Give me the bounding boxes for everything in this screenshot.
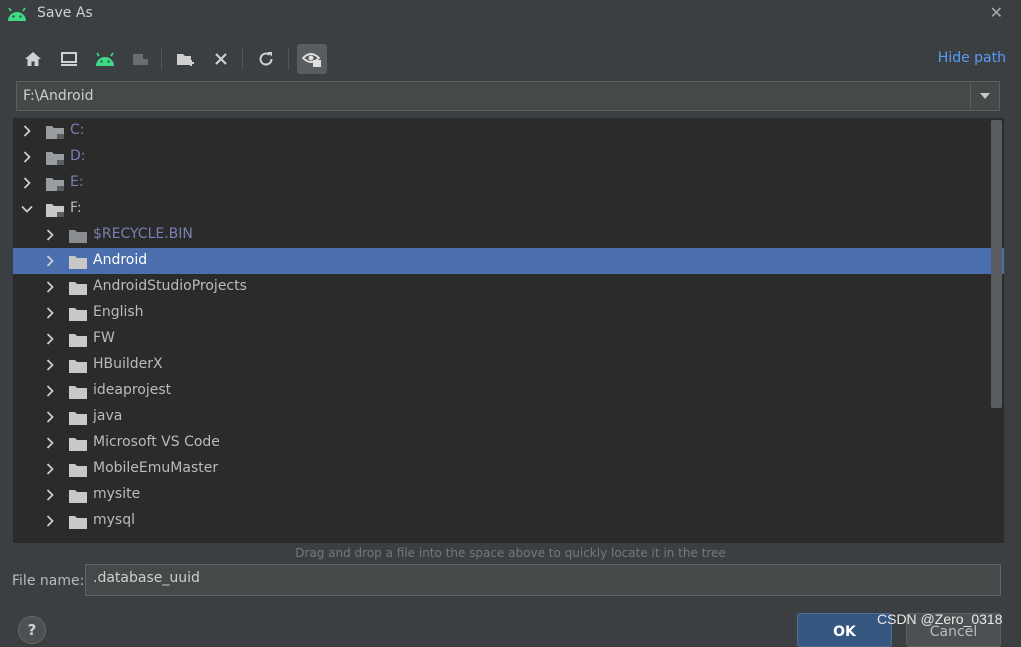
tree-row-label: java — [93, 408, 123, 424]
folder-icon — [69, 385, 87, 399]
chevron-right-icon[interactable] — [44, 515, 56, 527]
drive-icon — [46, 177, 64, 191]
folder-icon — [69, 515, 87, 529]
path-combobox[interactable]: F:\Android — [16, 81, 1000, 111]
tree-row-folder[interactable]: mysql — [13, 508, 1004, 534]
tree-row-folder[interactable]: FW — [13, 326, 1004, 352]
chevron-right-icon[interactable] — [44, 463, 56, 475]
folder-icon — [69, 333, 87, 347]
folder-icon — [69, 281, 87, 295]
folder-icon — [69, 307, 87, 321]
drive-icon — [46, 203, 64, 217]
tree-row-label: D: — [70, 148, 86, 164]
tree-row-folder[interactable]: java — [13, 404, 1004, 430]
tree-row-label: F: — [70, 200, 82, 216]
chevron-right-icon[interactable] — [21, 125, 33, 137]
chevron-right-icon[interactable] — [44, 489, 56, 501]
chevron-right-icon[interactable] — [44, 281, 56, 293]
drive-icon — [46, 125, 64, 139]
drag-drop-hint: Drag and drop a file into the space abov… — [295, 546, 726, 560]
desktop-icon[interactable] — [54, 44, 84, 74]
tree-row-drive[interactable]: D: — [13, 144, 1004, 170]
path-input[interactable]: F:\Android — [23, 88, 94, 104]
close-icon[interactable]: ✕ — [990, 3, 1003, 22]
tree-row-folder[interactable]: $RECYCLE.BIN — [13, 222, 1004, 248]
home-icon[interactable] — [18, 44, 48, 74]
tree-row-label: Android — [93, 252, 148, 268]
chevron-right-icon[interactable] — [44, 333, 56, 345]
chevron-right-icon[interactable] — [44, 307, 56, 319]
chevron-right-icon[interactable] — [44, 359, 56, 371]
tree-row-label: MobileEmuMaster — [93, 460, 219, 476]
title-bar: Save As ✕ — [0, 0, 1021, 28]
android-icon — [6, 6, 28, 26]
tree-row-drive[interactable]: E: — [13, 170, 1004, 196]
tree-row-label: $RECYCLE.BIN — [93, 226, 193, 242]
tree-row-label: ideaprojest — [93, 382, 172, 398]
tree-row-folder[interactable]: mysite — [13, 482, 1004, 508]
help-button[interactable]: ? — [18, 616, 46, 644]
chevron-down-icon[interactable] — [970, 82, 999, 110]
tree-row-label: English — [93, 304, 144, 320]
tree-row-label: mysite — [93, 486, 141, 502]
new-folder-icon[interactable] — [171, 44, 201, 74]
tree-row-label: AndroidStudioProjects — [93, 278, 247, 294]
folder-icon — [69, 255, 87, 269]
show-hidden-files-icon[interactable] — [297, 44, 327, 74]
dialog-title: Save As — [37, 5, 93, 21]
tree-row-label: FW — [93, 330, 115, 346]
project-android-icon[interactable] — [90, 44, 120, 74]
tree-scrollbar[interactable] — [991, 118, 1003, 408]
tree-row-drive[interactable]: C: — [13, 118, 1004, 144]
toolbar — [18, 44, 1008, 74]
toolbar-separator — [288, 48, 289, 70]
folder-icon — [69, 411, 87, 425]
folder-icon — [69, 359, 87, 373]
delete-icon[interactable] — [206, 44, 236, 74]
tree-row-label: C: — [70, 122, 85, 138]
hide-path-link[interactable]: Hide path — [938, 50, 1006, 66]
tree-row-label: Microsoft VS Code — [93, 434, 220, 450]
module-icon — [126, 44, 156, 74]
tree-row-label: E: — [70, 174, 84, 190]
folder-icon — [69, 463, 87, 477]
tree-row-label: HBuilderX — [93, 356, 163, 372]
file-tree[interactable]: C: D: E: F: $RECYCLE.BIN Android AndroidStudio… — [13, 118, 1004, 543]
chevron-right-icon[interactable] — [44, 255, 56, 267]
chevron-down-icon[interactable] — [21, 203, 33, 215]
toolbar-separator — [242, 48, 243, 70]
refresh-icon[interactable] — [251, 44, 281, 74]
tree-row-label: mysql — [93, 512, 135, 528]
chevron-right-icon[interactable] — [44, 229, 56, 241]
chevron-right-icon[interactable] — [44, 385, 56, 397]
folder-icon — [69, 229, 87, 243]
file-name-input[interactable]: .database_uuid — [85, 564, 1001, 596]
tree-row-folder[interactable]: Android — [13, 248, 1004, 274]
watermark: CSDN @Zero_0318 — [877, 611, 1003, 627]
tree-row-folder[interactable]: MobileEmuMaster — [13, 456, 1004, 482]
toolbar-separator — [161, 48, 162, 70]
tree-row-folder[interactable]: ideaprojest — [13, 378, 1004, 404]
tree-row-folder[interactable]: Microsoft VS Code — [13, 430, 1004, 456]
folder-icon — [69, 437, 87, 451]
tree-row-folder[interactable]: English — [13, 300, 1004, 326]
chevron-right-icon[interactable] — [44, 437, 56, 449]
folder-icon — [69, 489, 87, 503]
drive-icon — [46, 151, 64, 165]
file-name-label: File name: — [12, 573, 85, 589]
chevron-right-icon[interactable] — [21, 177, 33, 189]
scrollbar-thumb[interactable] — [991, 120, 1002, 408]
chevron-right-icon[interactable] — [21, 151, 33, 163]
tree-row-folder[interactable]: HBuilderX — [13, 352, 1004, 378]
chevron-right-icon[interactable] — [44, 411, 56, 423]
tree-row-drive[interactable]: F: — [13, 196, 1004, 222]
tree-row-folder[interactable]: AndroidStudioProjects — [13, 274, 1004, 300]
